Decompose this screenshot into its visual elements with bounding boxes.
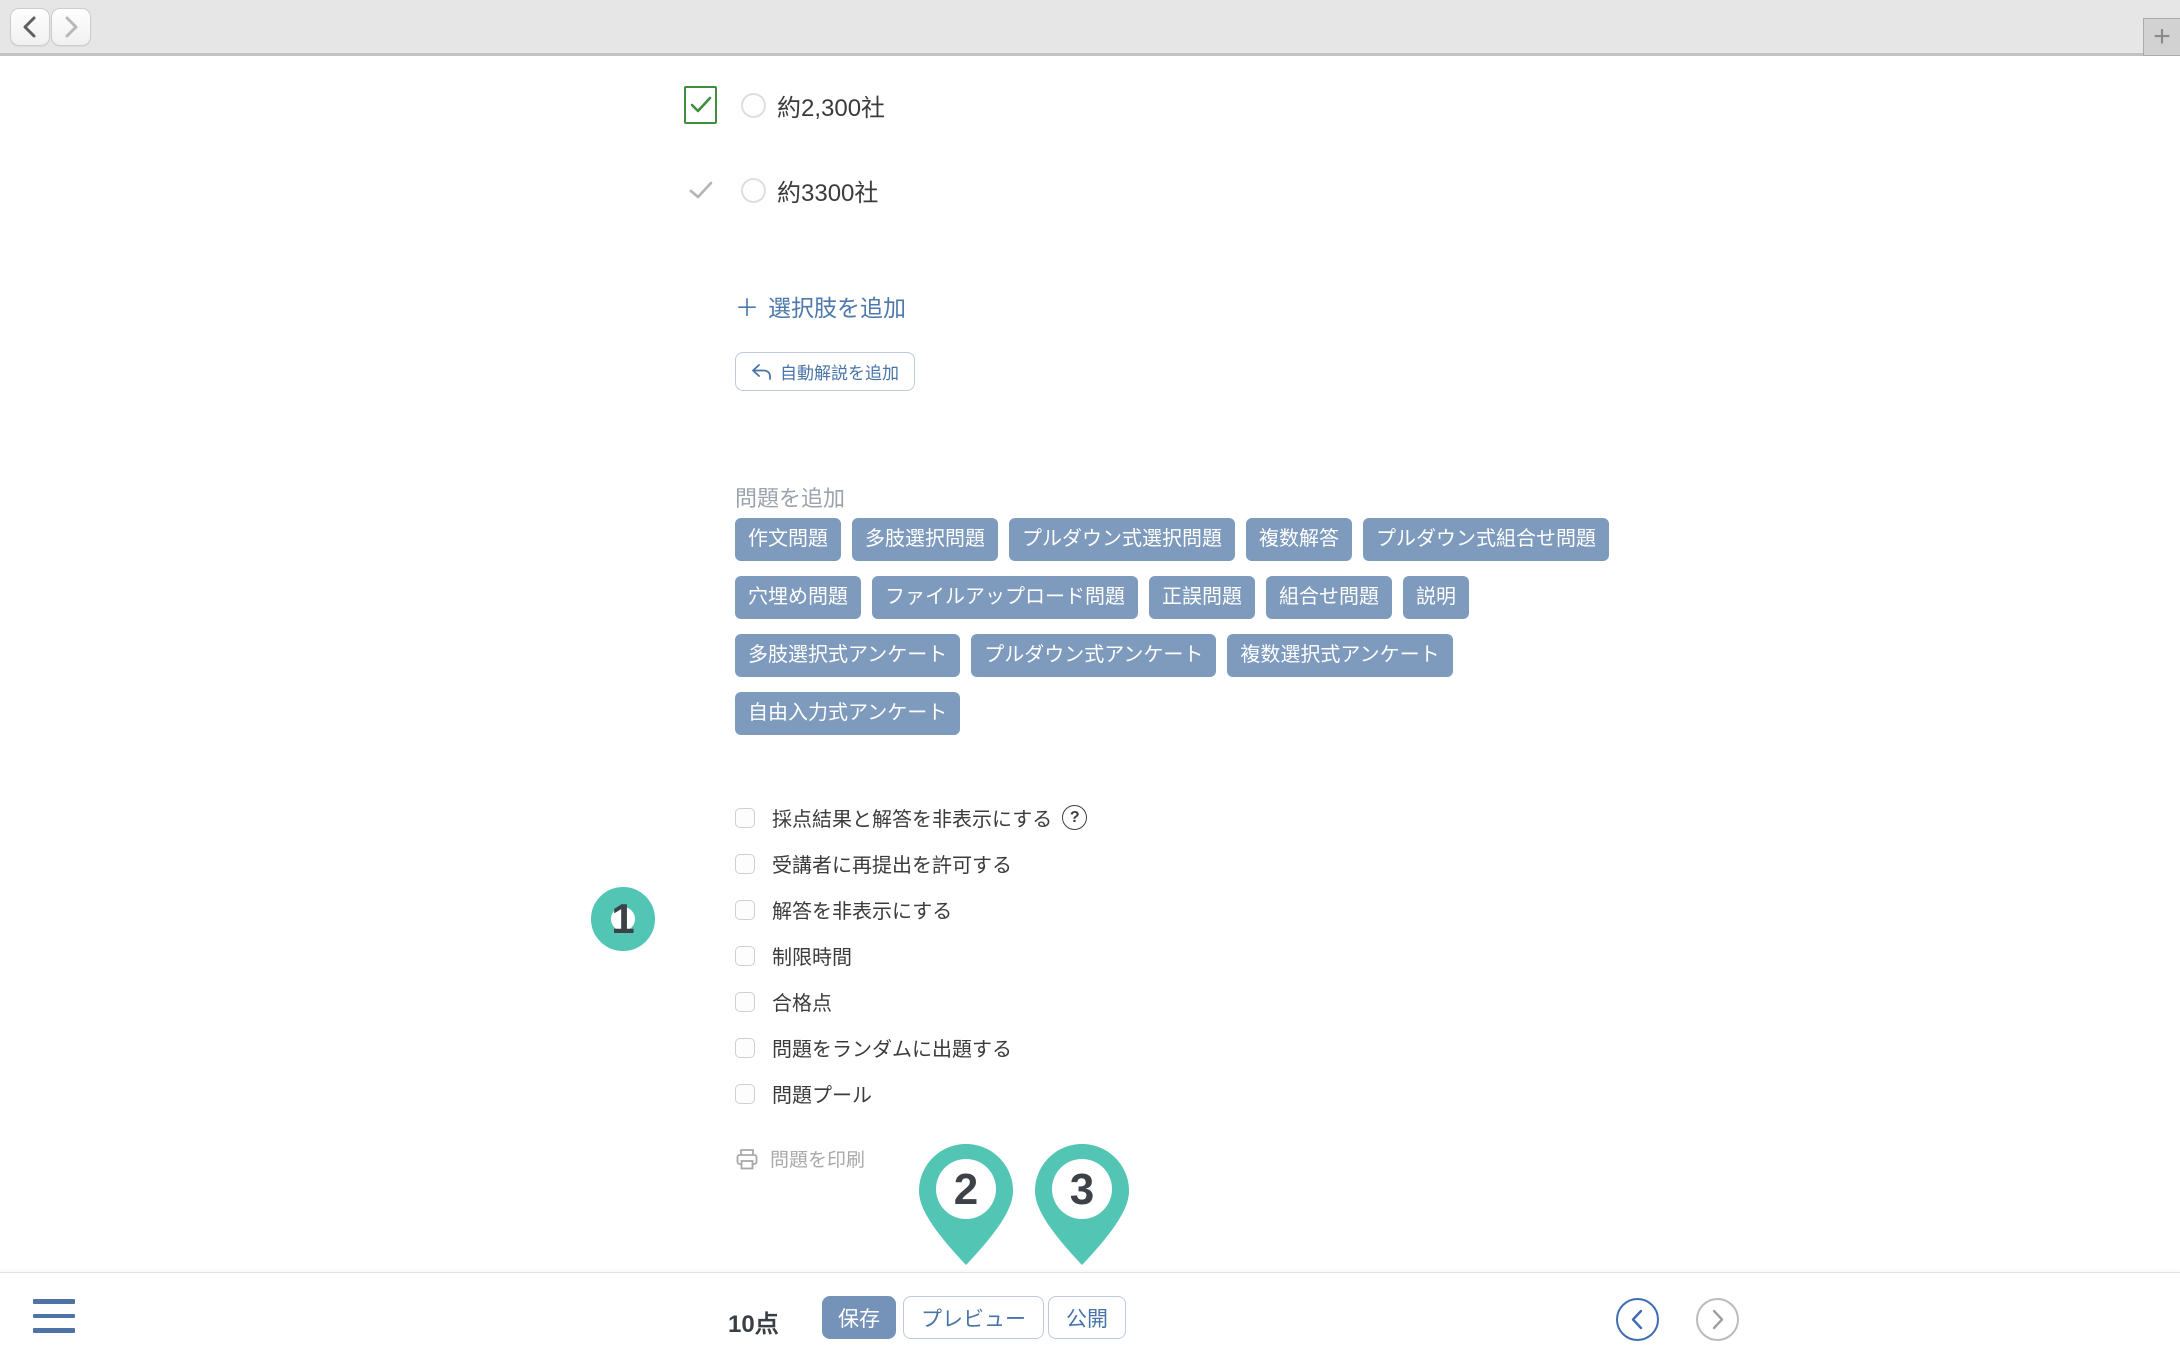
setting-checkbox[interactable] (735, 900, 755, 920)
setting-label: 受講者に再提出を許可する (772, 849, 1012, 878)
setting-label: 問題をランダムに出題する (772, 1033, 1012, 1062)
question-type-button[interactable]: 多肢選択式アンケート (735, 634, 960, 677)
auto-explanation-button[interactable]: 自動解説を追加 (735, 352, 915, 391)
marker-number: 3 (1070, 1165, 1094, 1214)
setting-row: 受講者に再提出を許可する (735, 849, 1087, 878)
setting-label: 合格点 (772, 987, 832, 1016)
question-type-button[interactable]: 複数解答 (1246, 518, 1352, 561)
menu-button[interactable] (33, 1299, 75, 1335)
setting-checkbox[interactable] (735, 992, 755, 1012)
points-value: 10点 (728, 1304, 779, 1339)
print-questions-link[interactable]: 問題を印刷 (735, 1145, 865, 1172)
setting-label: 解答を非表示にする (772, 895, 952, 924)
question-type-button[interactable]: プルダウン式組合せ問題 (1363, 518, 1609, 561)
setting-checkbox[interactable] (735, 854, 755, 874)
question-type-button[interactable]: ファイルアップロード問題 (872, 576, 1138, 619)
add-question-heading: 問題を追加 (735, 481, 845, 513)
choice-list: 約2,300社 約3300社 (684, 85, 885, 210)
setting-checkbox[interactable] (735, 1084, 755, 1104)
marker-number: 1 (611, 895, 634, 943)
question-type-button[interactable]: 作文問題 (735, 518, 841, 561)
choice-label: 約3300社 (777, 173, 878, 208)
choice-row: 約2,300社 (684, 85, 885, 125)
check-icon (690, 96, 712, 114)
printer-icon (735, 1147, 759, 1171)
question-type-button[interactable]: 正誤問題 (1149, 576, 1255, 619)
check-icon (689, 181, 713, 200)
question-type-button[interactable]: プルダウン式アンケート (971, 634, 1216, 677)
question-type-button[interactable]: 自由入力式アンケート (735, 692, 960, 735)
question-type-button[interactable]: 説明 (1403, 576, 1469, 619)
question-type-button[interactable]: プルダウン式選択問題 (1009, 518, 1235, 561)
print-questions-label: 問題を印刷 (770, 1145, 865, 1172)
setting-label: 制限時間 (772, 941, 852, 970)
browser-forward-button[interactable] (51, 8, 91, 46)
menu-icon (33, 1299, 75, 1304)
save-button[interactable]: 保存 (822, 1296, 896, 1339)
help-icon[interactable]: ? (1062, 805, 1087, 830)
chevron-left-icon (21, 16, 39, 38)
question-type-button[interactable]: 複数選択式アンケート (1227, 634, 1452, 677)
setting-checkbox[interactable] (735, 946, 755, 966)
annotation-marker-1: 1 (591, 887, 655, 951)
quiz-editor-screen: + 約2,300社 (0, 0, 2180, 1364)
menu-icon (33, 1328, 75, 1333)
setting-checkbox[interactable] (735, 808, 755, 828)
auto-explanation-label: 自動解説を追加 (780, 359, 899, 384)
add-choice-label: 選択肢を追加 (768, 289, 906, 323)
setting-row: 合格点 (735, 987, 1087, 1016)
question-type-button[interactable]: 多肢選択問題 (852, 518, 998, 561)
correct-answer-checkbox-checked[interactable] (684, 86, 717, 124)
setting-label: 採点結果と解答を非表示にする (772, 803, 1052, 832)
chevron-right-icon (1709, 1309, 1726, 1330)
preview-button[interactable]: プレビュー (903, 1296, 1044, 1339)
setting-row: 採点結果と解答を非表示にする ? (735, 803, 1087, 832)
question-type-button[interactable]: 穴埋め問題 (735, 576, 861, 619)
add-choice-link[interactable]: ＋ 選択肢を追加 (735, 288, 906, 323)
new-tab-button[interactable]: + (2143, 18, 2180, 56)
undo-arrow-icon (751, 363, 772, 381)
menu-icon (33, 1314, 75, 1319)
setting-label: 問題プール (772, 1079, 872, 1108)
setting-checkbox[interactable] (735, 1038, 755, 1058)
setting-row: 制限時間 (735, 941, 1087, 970)
publish-button[interactable]: 公開 (1048, 1296, 1126, 1339)
marker-number: 2 (954, 1165, 978, 1214)
annotation-marker-3: 3 (1033, 1142, 1131, 1267)
choice-label: 約2,300社 (777, 88, 885, 123)
annotation-marker-2: 2 (917, 1142, 1015, 1267)
question-type-button[interactable]: 組合せ問題 (1266, 576, 1392, 619)
next-question-button[interactable] (1696, 1298, 1739, 1341)
choice-row: 約3300社 (684, 170, 885, 210)
choice-radio-button[interactable] (741, 178, 766, 203)
browser-toolbar: + (0, 0, 2180, 56)
question-type-buttons: 作文問題 多肢選択問題 プルダウン式選択問題 複数解答 プルダウン式組合せ問題 … (735, 518, 1685, 735)
quiz-settings-list: 採点結果と解答を非表示にする ? 受講者に再提出を許可する 解答を非表示にする … (735, 803, 1087, 1108)
plus-icon: ＋ (735, 288, 759, 323)
chevron-left-icon (1629, 1309, 1646, 1330)
prev-question-button[interactable] (1616, 1298, 1659, 1341)
setting-row: 問題をランダムに出題する (735, 1033, 1087, 1062)
browser-back-button[interactable] (10, 8, 50, 46)
choice-radio-button[interactable] (741, 93, 766, 118)
correct-answer-check-muted[interactable] (689, 181, 713, 200)
setting-row: 問題プール (735, 1079, 1087, 1108)
setting-row: 解答を非表示にする (735, 895, 1087, 924)
chevron-right-icon (62, 16, 80, 38)
